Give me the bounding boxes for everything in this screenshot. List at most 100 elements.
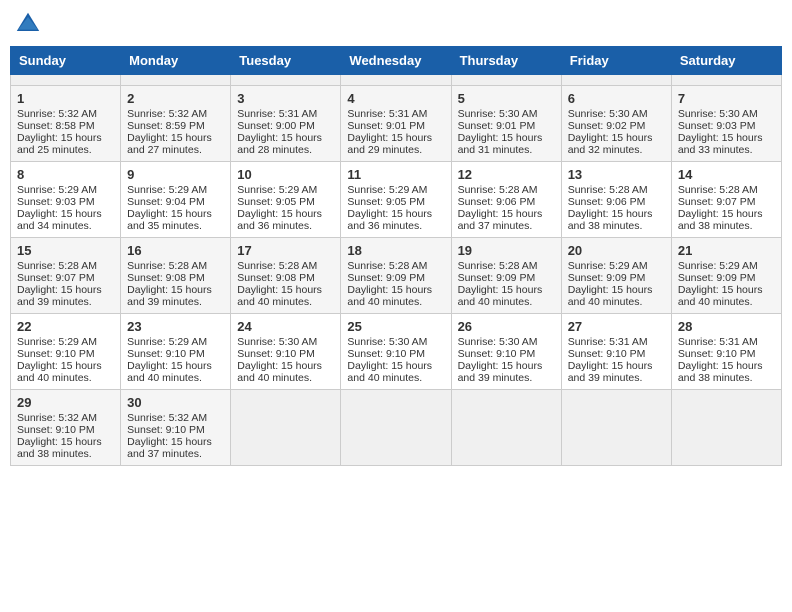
day-info: Sunrise: 5:32 AMSunset: 9:10 PMDaylight:… [17, 412, 102, 460]
day-info: Sunrise: 5:30 AMSunset: 9:03 PMDaylight:… [678, 108, 763, 156]
calendar-cell [671, 75, 781, 86]
calendar-cell [451, 390, 561, 466]
calendar-week-row [11, 75, 782, 86]
day-info: Sunrise: 5:28 AMSunset: 9:07 PMDaylight:… [678, 184, 763, 232]
day-number: 8 [17, 167, 114, 182]
calendar-week-row: 1Sunrise: 5:32 AMSunset: 8:58 PMDaylight… [11, 86, 782, 162]
day-number: 17 [237, 243, 334, 258]
day-info: Sunrise: 5:29 AMSunset: 9:09 PMDaylight:… [678, 260, 763, 308]
calendar-cell [341, 75, 451, 86]
day-info: Sunrise: 5:29 AMSunset: 9:09 PMDaylight:… [568, 260, 653, 308]
day-info: Sunrise: 5:29 AMSunset: 9:10 PMDaylight:… [127, 336, 212, 384]
day-info: Sunrise: 5:29 AMSunset: 9:05 PMDaylight:… [237, 184, 322, 232]
day-number: 4 [347, 91, 444, 106]
calendar-cell: 13Sunrise: 5:28 AMSunset: 9:06 PMDayligh… [561, 162, 671, 238]
day-number: 27 [568, 319, 665, 334]
day-info: Sunrise: 5:30 AMSunset: 9:01 PMDaylight:… [458, 108, 543, 156]
day-info: Sunrise: 5:31 AMSunset: 9:10 PMDaylight:… [568, 336, 653, 384]
calendar-cell: 18 Sunrise: 5:28 AMSunset: 9:09 PMDayligh… [341, 238, 451, 314]
day-info: Sunrise: 5:30 AMSunset: 9:10 PMDaylight:… [458, 336, 543, 384]
day-info: Sunrise: 5:32 AMSunset: 9:10 PMDaylight:… [127, 412, 212, 460]
day-number: 25 [347, 319, 444, 334]
calendar-cell: 11Sunrise: 5:29 AMSunset: 9:05 PMDayligh… [341, 162, 451, 238]
calendar-week-row: 8 Sunrise: 5:29 AMSunset: 9:03 PMDaylight… [11, 162, 782, 238]
calendar: SundayMondayTuesdayWednesdayThursdayFrid… [10, 46, 782, 466]
day-number: 9 [127, 167, 224, 182]
header [10, 10, 782, 38]
day-number: 20 [568, 243, 665, 258]
calendar-cell: 28Sunrise: 5:31 AMSunset: 9:10 PMDayligh… [671, 314, 781, 390]
day-info: Sunrise: 5:28 AMSunset: 9:06 PMDaylight:… [568, 184, 653, 232]
calendar-cell: 23 Sunrise: 5:29 AMSunset: 9:10 PMDayligh… [121, 314, 231, 390]
day-number: 26 [458, 319, 555, 334]
day-number: 30 [127, 395, 224, 410]
day-number: 23 [127, 319, 224, 334]
calendar-cell: 16 Sunrise: 5:28 AMSunset: 9:08 PMDayligh… [121, 238, 231, 314]
calendar-cell: 25 Sunrise: 5:30 AMSunset: 9:10 PMDayligh… [341, 314, 451, 390]
calendar-cell: 2 Sunrise: 5:32 AMSunset: 8:59 PMDaylight… [121, 86, 231, 162]
calendar-cell: 6 Sunrise: 5:30 AMSunset: 9:02 PMDaylight… [561, 86, 671, 162]
day-header-wednesday: Wednesday [341, 47, 451, 75]
day-info: Sunrise: 5:28 AMSunset: 9:06 PMDaylight:… [458, 184, 543, 232]
calendar-cell [561, 390, 671, 466]
calendar-cell: 14 Sunrise: 5:28 AMSunset: 9:07 PMDayligh… [671, 162, 781, 238]
calendar-cell: 3Sunrise: 5:31 AMSunset: 9:00 PMDaylight… [231, 86, 341, 162]
calendar-cell: 26 Sunrise: 5:30 AMSunset: 9:10 PMDayligh… [451, 314, 561, 390]
day-number: 10 [237, 167, 334, 182]
day-number: 22 [17, 319, 114, 334]
day-number: 16 [127, 243, 224, 258]
logo-icon [14, 10, 42, 38]
day-info: Sunrise: 5:29 AMSunset: 9:10 PMDaylight:… [17, 336, 102, 384]
day-number: 6 [568, 91, 665, 106]
calendar-cell: 5 Sunrise: 5:30 AMSunset: 9:01 PMDaylight… [451, 86, 561, 162]
calendar-cell [231, 390, 341, 466]
day-info: Sunrise: 5:28 AMSunset: 9:08 PMDaylight:… [127, 260, 212, 308]
day-header-thursday: Thursday [451, 47, 561, 75]
calendar-cell: 12 Sunrise: 5:28 AMSunset: 9:06 PMDayligh… [451, 162, 561, 238]
calendar-cell: 19 Sunrise: 5:28 AMSunset: 9:09 PMDayligh… [451, 238, 561, 314]
calendar-cell: 1Sunrise: 5:32 AMSunset: 8:58 PMDaylight… [11, 86, 121, 162]
calendar-cell: 22 Sunrise: 5:29 AMSunset: 9:10 PMDayligh… [11, 314, 121, 390]
day-number: 29 [17, 395, 114, 410]
day-info: Sunrise: 5:31 AMSunset: 9:01 PMDaylight:… [347, 108, 432, 156]
calendar-cell: 30 Sunrise: 5:32 AMSunset: 9:10 PMDayligh… [121, 390, 231, 466]
day-header-sunday: Sunday [11, 47, 121, 75]
calendar-cell [121, 75, 231, 86]
day-info: Sunrise: 5:30 AMSunset: 9:10 PMDaylight:… [237, 336, 322, 384]
calendar-cell [231, 75, 341, 86]
day-number: 14 [678, 167, 775, 182]
day-number: 2 [127, 91, 224, 106]
day-number: 21 [678, 243, 775, 258]
day-info: Sunrise: 5:30 AMSunset: 9:10 PMDaylight:… [347, 336, 432, 384]
day-info: Sunrise: 5:28 AMSunset: 9:08 PMDaylight:… [237, 260, 322, 308]
calendar-cell [671, 390, 781, 466]
day-info: Sunrise: 5:30 AMSunset: 9:02 PMDaylight:… [568, 108, 653, 156]
day-header-monday: Monday [121, 47, 231, 75]
calendar-cell: 20 Sunrise: 5:29 AMSunset: 9:09 PMDayligh… [561, 238, 671, 314]
day-number: 24 [237, 319, 334, 334]
day-info: Sunrise: 5:28 AMSunset: 9:09 PMDaylight:… [458, 260, 543, 308]
day-info: Sunrise: 5:29 AMSunset: 9:04 PMDaylight:… [127, 184, 212, 232]
calendar-cell: 17 Sunrise: 5:28 AMSunset: 9:08 PMDayligh… [231, 238, 341, 314]
day-info: Sunrise: 5:29 AMSunset: 9:03 PMDaylight:… [17, 184, 102, 232]
day-header-tuesday: Tuesday [231, 47, 341, 75]
calendar-cell: 27 Sunrise: 5:31 AMSunset: 9:10 PMDayligh… [561, 314, 671, 390]
calendar-cell [561, 75, 671, 86]
calendar-cell: 7 Sunrise: 5:30 AMSunset: 9:03 PMDaylight… [671, 86, 781, 162]
calendar-week-row: 29 Sunrise: 5:32 AMSunset: 9:10 PMDayligh… [11, 390, 782, 466]
day-number: 18 [347, 243, 444, 258]
calendar-cell [341, 390, 451, 466]
calendar-cell: 24 Sunrise: 5:30 AMSunset: 9:10 PMDayligh… [231, 314, 341, 390]
day-number: 19 [458, 243, 555, 258]
day-number: 5 [458, 91, 555, 106]
calendar-cell: 9 Sunrise: 5:29 AMSunset: 9:04 PMDaylight… [121, 162, 231, 238]
calendar-week-row: 15Sunrise: 5:28 AMSunset: 9:07 PMDayligh… [11, 238, 782, 314]
calendar-cell: 8 Sunrise: 5:29 AMSunset: 9:03 PMDaylight… [11, 162, 121, 238]
calendar-week-row: 22 Sunrise: 5:29 AMSunset: 9:10 PMDayligh… [11, 314, 782, 390]
day-info: Sunrise: 5:32 AMSunset: 8:59 PMDaylight:… [127, 108, 212, 156]
day-info: Sunrise: 5:31 AMSunset: 9:00 PMDaylight:… [237, 108, 322, 156]
day-info: Sunrise: 5:28 AMSunset: 9:09 PMDaylight:… [347, 260, 432, 308]
day-info: Sunrise: 5:28 AMSunset: 9:07 PMDaylight:… [17, 260, 102, 308]
day-number: 7 [678, 91, 775, 106]
day-number: 12 [458, 167, 555, 182]
